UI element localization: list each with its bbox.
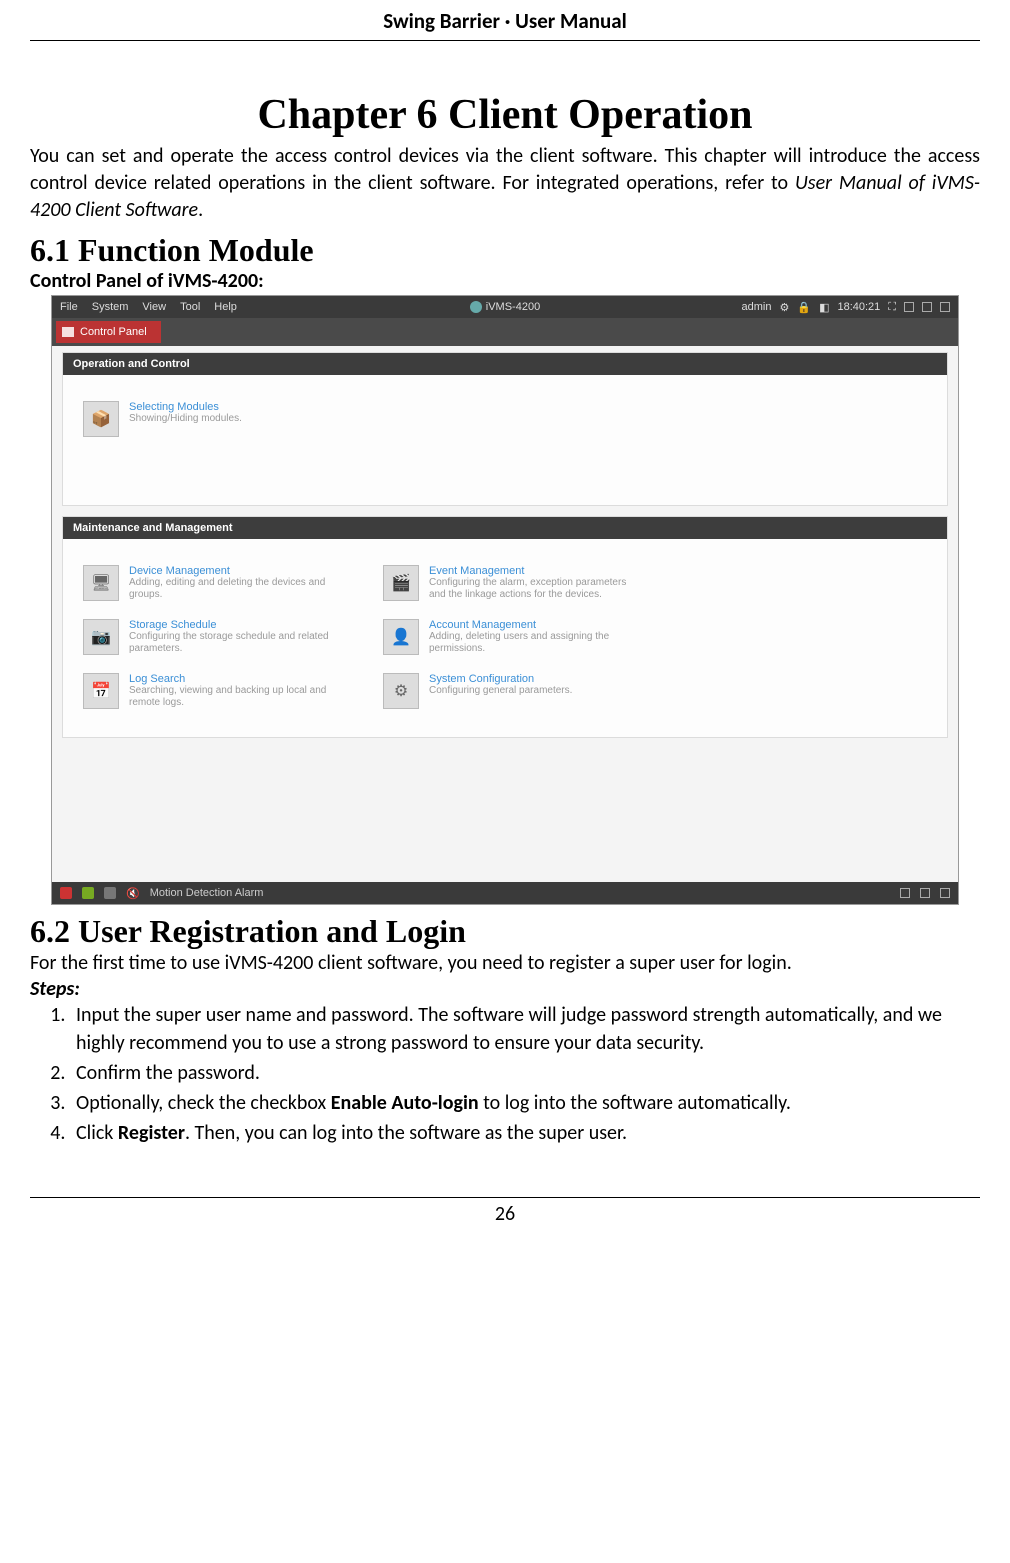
- tile-name: Device Management: [129, 565, 339, 577]
- clock-text: 18:40:21: [837, 301, 880, 313]
- steps-list: Input the super user name and password. …: [30, 1001, 980, 1147]
- panel-operation-control: Operation and Control 📦 Selecting Module…: [62, 352, 948, 506]
- tab-row: Control Panel: [52, 318, 958, 346]
- collapse-icon[interactable]: [940, 888, 950, 898]
- minimize-button[interactable]: [904, 302, 914, 312]
- close-button[interactable]: [940, 302, 950, 312]
- doc-header: Swing Barrier · User Manual: [30, 8, 980, 40]
- account-icon: 👤: [383, 619, 419, 655]
- tile-event-management[interactable]: 🎬 Event Management Configuring the alarm…: [383, 565, 643, 601]
- tab-label: Control Panel: [80, 326, 147, 338]
- step-4b: Register: [118, 1121, 185, 1145]
- tile-selecting-modules[interactable]: 📦 Selecting Modules Showing/Hiding modul…: [83, 401, 343, 477]
- menu-file[interactable]: File: [60, 301, 78, 313]
- app-name: iVMS-4200: [486, 301, 540, 313]
- step-3b: Enable Auto-login: [331, 1091, 479, 1115]
- section-6-2-lead: For the first time to use iVMS-4200 clie…: [30, 950, 980, 977]
- grid-icon: [62, 327, 74, 337]
- sound-icon[interactable]: 🔇: [126, 887, 140, 900]
- control-panel-body: Operation and Control 📦 Selecting Module…: [52, 346, 958, 882]
- intro-tail: .: [198, 198, 203, 222]
- expand-icon[interactable]: [920, 888, 930, 898]
- panel-head-op: Operation and Control: [63, 353, 947, 375]
- step-4: Click Register. Then, you can log into t…: [70, 1119, 980, 1147]
- current-user: admin: [742, 301, 772, 313]
- status-text: Motion Detection Alarm: [150, 887, 264, 899]
- menu-system[interactable]: System: [92, 301, 129, 313]
- chapter-intro: You can set and operate the access contr…: [30, 143, 980, 224]
- tile-device-management[interactable]: 🖥 Device Management Adding, editing and …: [83, 565, 343, 601]
- step-2: Confirm the password.: [70, 1059, 980, 1087]
- tile-account-management[interactable]: 👤 Account Management Adding, deleting us…: [383, 619, 643, 655]
- tile-desc: Configuring the alarm, exception paramet…: [429, 577, 639, 601]
- maximize-button[interactable]: [922, 302, 932, 312]
- menu-help[interactable]: Help: [214, 301, 237, 313]
- tile-name: Storage Schedule: [129, 619, 339, 631]
- panel-maintenance-management: Maintenance and Management 🖥 Device Mana…: [62, 516, 948, 738]
- step-3: Optionally, check the checkbox Enable Au…: [70, 1089, 980, 1117]
- page-number: 26: [30, 1202, 980, 1226]
- tile-name: Account Management: [429, 619, 639, 631]
- tile-desc: Configuring general parameters.: [429, 685, 572, 697]
- status-icon-2[interactable]: [82, 887, 94, 899]
- step-3c: to log into the software automatically.: [479, 1091, 791, 1115]
- step-4c: . Then, you can log into the software as…: [185, 1121, 627, 1145]
- status-bar: 🔇 Motion Detection Alarm: [52, 882, 958, 904]
- tile-desc: Adding, deleting users and assigning the…: [429, 631, 639, 655]
- tile-name: Log Search: [129, 673, 339, 685]
- skin-icon[interactable]: ◧: [819, 301, 829, 314]
- status-icon-3[interactable]: [104, 887, 116, 899]
- pin-icon[interactable]: [900, 888, 910, 898]
- tab-control-panel[interactable]: Control Panel: [56, 321, 161, 343]
- tile-name: Event Management: [429, 565, 639, 577]
- footer-rule: [30, 1197, 980, 1198]
- tile-storage-schedule[interactable]: 📷 Storage Schedule Configuring the stora…: [83, 619, 343, 655]
- calendar-icon: 📅: [83, 673, 119, 709]
- steps-label: Steps:: [30, 977, 980, 1001]
- device-icon: 🖥: [83, 565, 119, 601]
- tile-desc: Showing/Hiding modules.: [129, 413, 242, 425]
- header-rule: [30, 40, 980, 41]
- ivms-screenshot: File System View Tool Help iVMS-4200 adm…: [51, 295, 959, 905]
- menu-view[interactable]: View: [142, 301, 166, 313]
- tile-desc: Searching, viewing and backing up local …: [129, 685, 339, 709]
- section-6-1-subhead: Control Panel of iVMS-4200:: [30, 269, 980, 293]
- section-6-2-title: 6.2 User Registration and Login: [30, 913, 980, 950]
- chapter-title: Chapter 6 Client Operation: [30, 91, 980, 139]
- tile-desc: Adding, editing and deleting the devices…: [129, 577, 339, 601]
- menu-tool[interactable]: Tool: [180, 301, 200, 313]
- panel-head-mm: Maintenance and Management: [63, 517, 947, 539]
- step-3a: Optionally, check the checkbox: [76, 1091, 331, 1115]
- menu-bar: File System View Tool Help iVMS-4200 adm…: [52, 296, 958, 318]
- globe-icon[interactable]: ⚙: [779, 301, 789, 314]
- alarm-icon[interactable]: [60, 887, 72, 899]
- step-1: Input the super user name and password. …: [70, 1001, 980, 1057]
- gear-icon: ⚙: [383, 673, 419, 709]
- tile-system-configuration[interactable]: ⚙ System Configuration Configuring gener…: [383, 673, 643, 709]
- tile-desc: Configuring the storage schedule and rel…: [129, 631, 339, 655]
- help-icon[interactable]: ⛶: [888, 301, 896, 314]
- tile-name: System Configuration: [429, 673, 572, 685]
- tile-name: Selecting Modules: [129, 401, 242, 413]
- event-icon: 🎬: [383, 565, 419, 601]
- step-4a: Click: [76, 1121, 118, 1145]
- tile-log-search[interactable]: 📅 Log Search Searching, viewing and back…: [83, 673, 343, 709]
- app-logo-icon: [470, 301, 482, 313]
- section-6-1-title: 6.1 Function Module: [30, 232, 980, 269]
- storage-icon: 📷: [83, 619, 119, 655]
- box-icon: 📦: [83, 401, 119, 437]
- lock-icon[interactable]: 🔒: [797, 301, 811, 314]
